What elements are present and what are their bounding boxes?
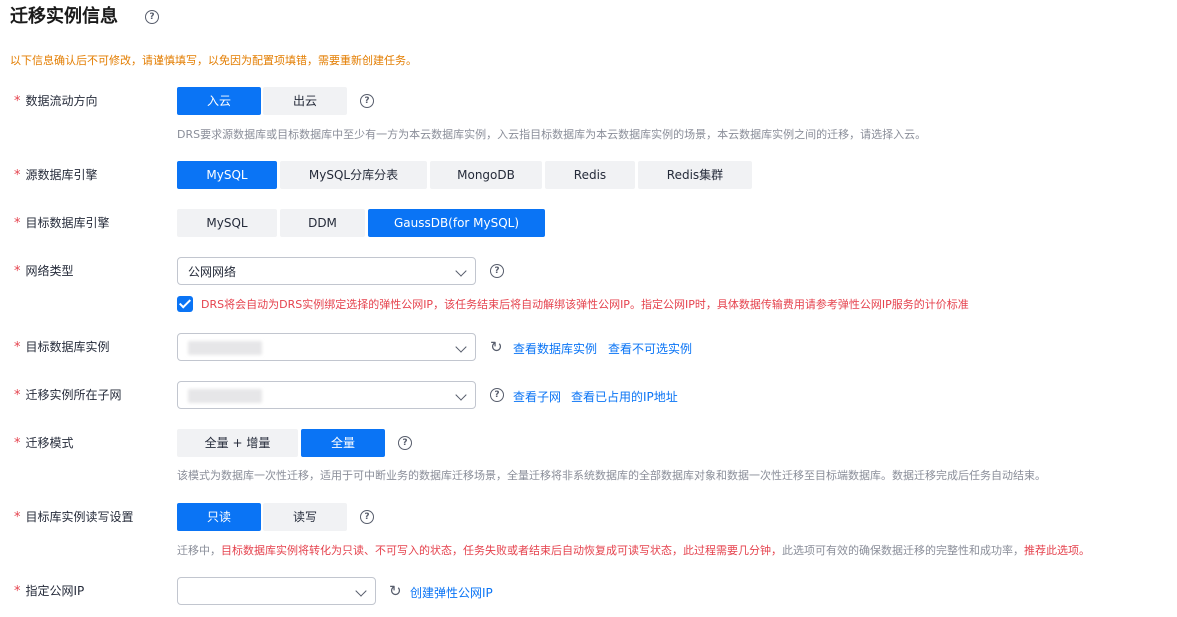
public-ip-label: * 指定公网IP bbox=[14, 584, 85, 599]
source-engine-mongodb[interactable]: MongoDB bbox=[430, 161, 542, 189]
rw-setting-desc: 迁移中，目标数据库实例将转化为只读、不可写入的状态，任务失败或者结束后自动恢复成… bbox=[177, 544, 1090, 557]
chevron-down-icon bbox=[355, 585, 367, 597]
mode-label: * 迁移模式 bbox=[14, 436, 74, 451]
target-engine-ddm[interactable]: DDM bbox=[280, 209, 365, 237]
rw-option-readwrite[interactable]: 读写 bbox=[263, 503, 347, 531]
subnet-label: * 迁移实例所在子网 bbox=[14, 388, 122, 403]
eip-checkbox[interactable] bbox=[177, 296, 193, 312]
network-select[interactable]: 公网网络 bbox=[177, 257, 476, 285]
direction-option-out[interactable]: 出云 bbox=[263, 87, 347, 115]
target-engine-gaussdb[interactable]: GaussDB(for MySQL) bbox=[368, 209, 545, 237]
refresh-icon[interactable]: ↻ bbox=[490, 339, 503, 355]
help-icon[interactable]: ? bbox=[360, 94, 374, 108]
network-value: 公网网络 bbox=[188, 265, 237, 279]
network-label: * 网络类型 bbox=[14, 264, 74, 279]
source-engine-mysql[interactable]: MySQL bbox=[177, 161, 277, 189]
source-engine-mysql-sharding[interactable]: MySQL分库分表 bbox=[280, 161, 427, 189]
required-mark: * bbox=[14, 94, 21, 109]
view-used-ip-link[interactable]: 查看已占用的IP地址 bbox=[571, 388, 678, 405]
help-icon[interactable]: ? bbox=[398, 436, 412, 450]
create-eip-link[interactable]: 创建弹性公网IP bbox=[410, 584, 493, 601]
direction-desc: DRS要求源数据库或目标数据库中至少有一方为本云数据库实例，入云指目标数据库为本… bbox=[177, 128, 927, 141]
source-engine-label: * 源数据库引擎 bbox=[14, 168, 98, 183]
direction-option-in[interactable]: 入云 bbox=[177, 87, 261, 115]
view-unavailable-instances-link[interactable]: 查看不可选实例 bbox=[608, 340, 692, 357]
rw-setting-label: * 目标库实例读写设置 bbox=[14, 510, 134, 525]
source-engine-redis[interactable]: Redis bbox=[545, 161, 635, 189]
target-instance-label: * 目标数据库实例 bbox=[14, 340, 110, 355]
mode-desc: 该模式为数据库一次性迁移，适用于可中断业务的数据库迁移场景，全量迁移将非系统数据… bbox=[177, 469, 1046, 482]
mode-full-incremental[interactable]: 全量 + 增量 bbox=[177, 429, 298, 457]
target-engine-label: * 目标数据库引擎 bbox=[14, 216, 110, 231]
refresh-icon[interactable]: ↻ bbox=[389, 583, 402, 599]
view-db-instances-link[interactable]: 查看数据库实例 bbox=[513, 340, 597, 357]
direction-label: * 数据流动方向 bbox=[14, 94, 98, 109]
chevron-down-icon bbox=[455, 389, 467, 401]
subnet-select[interactable] bbox=[177, 381, 476, 409]
page-title: 迁移实例信息 bbox=[10, 6, 118, 27]
public-ip-select[interactable] bbox=[177, 577, 376, 605]
warning-notice: 以下信息确认后不可修改，请谨慎填写，以免因为配置项填错，需要重新创建任务。 bbox=[10, 54, 417, 67]
help-icon[interactable]: ? bbox=[490, 264, 504, 278]
source-engine-redis-cluster[interactable]: Redis集群 bbox=[638, 161, 752, 189]
view-subnet-link[interactable]: 查看子网 bbox=[513, 388, 561, 405]
help-icon[interactable]: ? bbox=[145, 10, 159, 24]
mode-full[interactable]: 全量 bbox=[301, 429, 385, 457]
target-engine-mysql[interactable]: MySQL bbox=[177, 209, 277, 237]
help-icon[interactable]: ? bbox=[360, 510, 374, 524]
chevron-down-icon bbox=[455, 265, 467, 277]
help-icon[interactable]: ? bbox=[490, 388, 504, 402]
rw-option-readonly[interactable]: 只读 bbox=[177, 503, 261, 531]
redacted-value bbox=[188, 389, 262, 403]
chevron-down-icon bbox=[455, 341, 467, 353]
eip-checkbox-text: DRS将会自动为DRS实例绑定选择的弹性公网IP，该任务结束后将自动解绑该弹性公… bbox=[201, 298, 969, 311]
target-instance-select[interactable] bbox=[177, 333, 476, 361]
redacted-value bbox=[188, 341, 262, 355]
